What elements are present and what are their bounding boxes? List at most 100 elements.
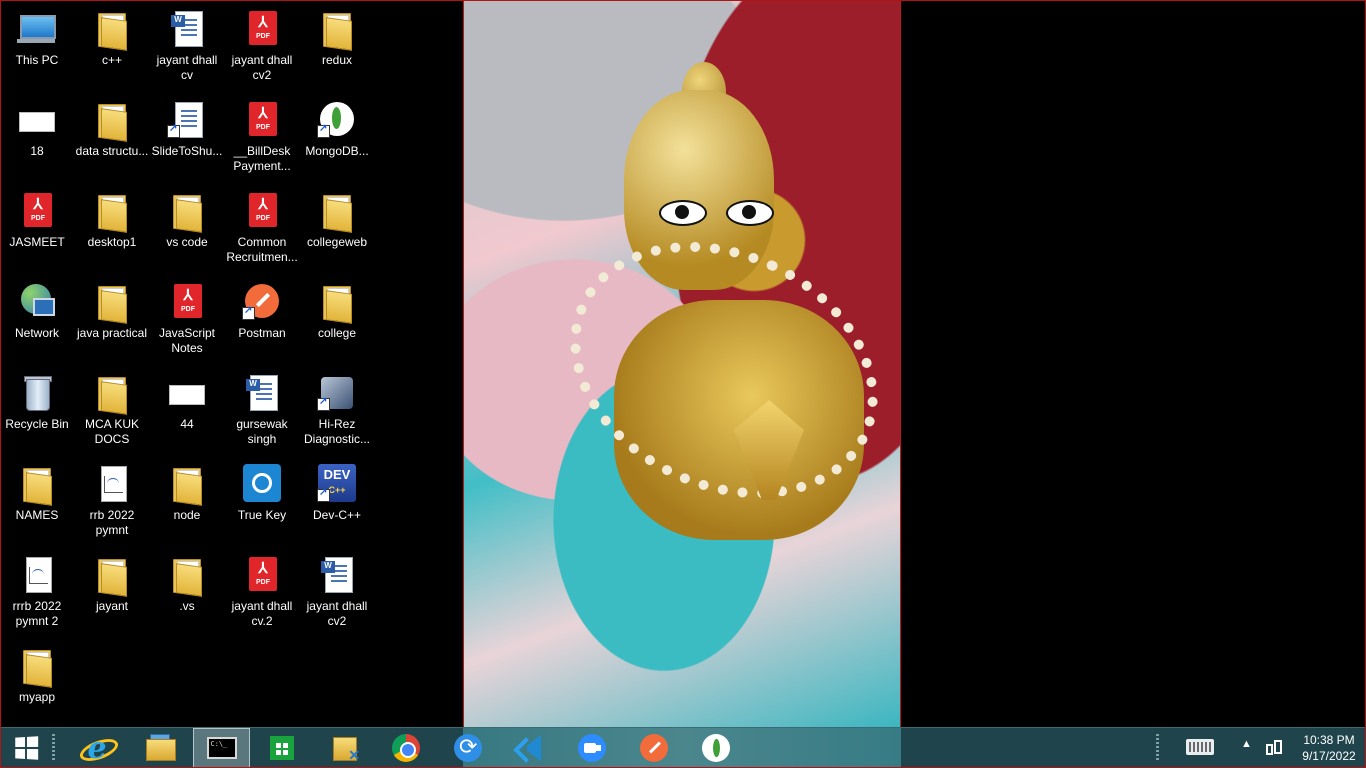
desktop-icon-myapp[interactable]: myapp [0,640,74,728]
command-prompt-button[interactable] [193,728,250,768]
pdf-icon: ⅄ PDF [242,555,282,595]
desktop: This PC c++ Wjayant dhall cv ⅄ PDF jayant dha… [0,0,1366,728]
desktop-icon-gursewak-singh[interactable]: Wgursewak singh [225,367,299,455]
desktop-icon-desktop1[interactable]: desktop1 [75,185,149,273]
folder-icon [92,100,132,142]
folder-icon [92,191,132,233]
chevron-up-icon[interactable]: ▲ [1241,738,1252,750]
desktop-icon-redux[interactable]: redux [300,3,374,91]
folder-icon [92,373,132,415]
desktop-icon-names[interactable]: NAMES [0,458,74,546]
desktop-icon-javascript-notes[interactable]: ⅄ PDF JavaScript Notes [150,276,224,364]
desktop-icon-network[interactable]: Network [0,276,74,364]
vscode-button[interactable] [504,728,556,768]
desktop-icon-rrrb-2022-pymnt-2[interactable]: rrrb 2022 pymnt 2 [0,549,74,637]
chart-file-icon [92,464,132,504]
desktop-icon-label: Postman [238,326,286,340]
desktop-icon-label: JASMEET [9,235,65,249]
mongodb-icon [701,733,731,763]
mongodb-icon [317,100,357,140]
sync-app-button[interactable] [442,728,494,768]
zoom-button[interactable] [566,728,618,768]
desktop-icon-jasmeet[interactable]: ⅄ PDF JASMEET [0,185,74,273]
shortcut-icon [167,100,207,140]
taskbar-grip[interactable] [52,734,55,762]
desktop-icon-college[interactable]: college [300,276,374,364]
desktop-icon-this-pc[interactable]: This PC [0,3,74,91]
folder-app-button[interactable] [318,728,370,768]
desktop-icon-label: True Key [237,508,287,522]
desktop-icon-rrb-2022-pymnt[interactable]: rrb 2022 pymnt [75,458,149,546]
store-button[interactable] [256,728,308,768]
chrome-button[interactable] [380,728,432,768]
file-explorer-button[interactable] [133,728,185,768]
desktop-icon-label: myapp [18,690,56,704]
desktop-icon-billdesk-payment[interactable]: ⅄ PDF __BillDesk Payment... [225,94,299,182]
desktop-icon-label: college [317,326,357,340]
desktop-icon-label: vs code [166,235,208,249]
desktop-icon-jayant-dhall-cv[interactable]: Wjayant dhall cv [150,3,224,91]
desktop-icon-label: MCA KUK DOCS [84,417,139,446]
desktop-icon-label: jayant dhall cv2 [306,599,368,628]
pdf-icon: ⅄ PDF [242,191,282,231]
command-prompt-icon [206,733,237,763]
windows-logo-icon [15,736,39,760]
desktop-icon-c[interactable]: c++ [75,3,149,91]
desktop-icon-jayant-dhall-cv-2[interactable]: ⅄ PDF jayant dhall cv.2 [225,549,299,637]
pdf-icon: ⅄ PDF [242,100,282,140]
network-status-icon[interactable] [1266,738,1282,756]
wallpaper-photo [463,0,901,728]
folder-icon [17,646,57,688]
desktop-icon-44[interactable]: 44 [150,367,224,455]
internet-explorer-icon: e [77,731,121,766]
desktop-icon-jayant-dhall-cv2[interactable]: Wjayant dhall cv2 [300,549,374,637]
desktop-icon-label: desktop1 [87,235,137,249]
desktop-icon-postman[interactable]: Postman [225,276,299,364]
desktop-icon-mongodb[interactable]: MongoDB... [300,94,374,182]
mongodb-compass-button[interactable] [690,728,742,768]
tray-grip[interactable] [1156,734,1159,762]
desktop-icon-label: jayant dhall cv.2 [231,599,293,628]
desktop-icon-label: __BillDesk Payment... [233,144,291,173]
desktop-icon-label: c++ [101,53,122,67]
clock[interactable]: 10:38 PM 9/17/2022 [1294,732,1364,764]
desktop-icon-label: Network [14,326,59,340]
store-icon [267,733,297,763]
desktop-icon-dev-c[interactable]: DEVC++ Dev-C++ [300,458,374,546]
desktop-icon-java-practical[interactable]: java practical [75,276,149,364]
this-pc-icon [17,9,57,49]
desktop-icon-jayant[interactable]: jayant [75,549,149,637]
start-button[interactable] [0,728,52,768]
word-document-icon: W [167,9,207,49]
folder-icon [92,282,132,324]
idol-eye-right [726,200,774,226]
desktop-icon-true-key[interactable]: True Key [225,458,299,546]
desktop-icon-node[interactable]: node [150,458,224,546]
desktop-icon-18[interactable]: 18 [0,94,74,182]
idol-eye-left [659,200,707,226]
desktop-icon-vs[interactable]: .vs [150,549,224,637]
desktop-icon-label: java practical [76,326,148,340]
true-key-icon [242,464,282,504]
desktop-icon-slidetoshu[interactable]: SlideToShu... [150,94,224,182]
folder-icon [317,9,357,51]
desktop-icon-hi-rez-diagnostic[interactable]: Hi-Rez Diagnostic... [300,367,374,455]
desktop-icon-vs-code[interactable]: vs code [150,185,224,273]
folder-icon [317,191,357,233]
folder-icon [167,191,207,233]
folder-icon [167,464,207,506]
internet-explorer-button[interactable]: e [70,728,122,768]
desktop-icon-recycle-bin[interactable]: Recycle Bin [0,367,74,455]
clock-date: 9/17/2022 [1302,749,1356,763]
desktop-icon-label: data structu... [75,144,149,158]
touch-keyboard-icon[interactable] [1186,739,1214,755]
desktop-icon-common-recruitmen[interactable]: ⅄ PDF Common Recruitmen... [225,185,299,273]
desktop-icon-jayant-dhall-cv2[interactable]: ⅄ PDF jayant dhall cv2 [225,3,299,91]
postman-button[interactable] [628,728,680,768]
pdf-icon: ⅄ PDF [242,9,282,49]
desktop-icon-mca-kuk-docs[interactable]: MCA KUK DOCS [75,367,149,455]
desktop-icon-collegeweb[interactable]: collegeweb [300,185,374,273]
desktop-icon-data-structu[interactable]: data structu... [75,94,149,182]
pdf-icon: ⅄ PDF [17,191,57,231]
desktop-icon-label: This PC [15,53,59,67]
